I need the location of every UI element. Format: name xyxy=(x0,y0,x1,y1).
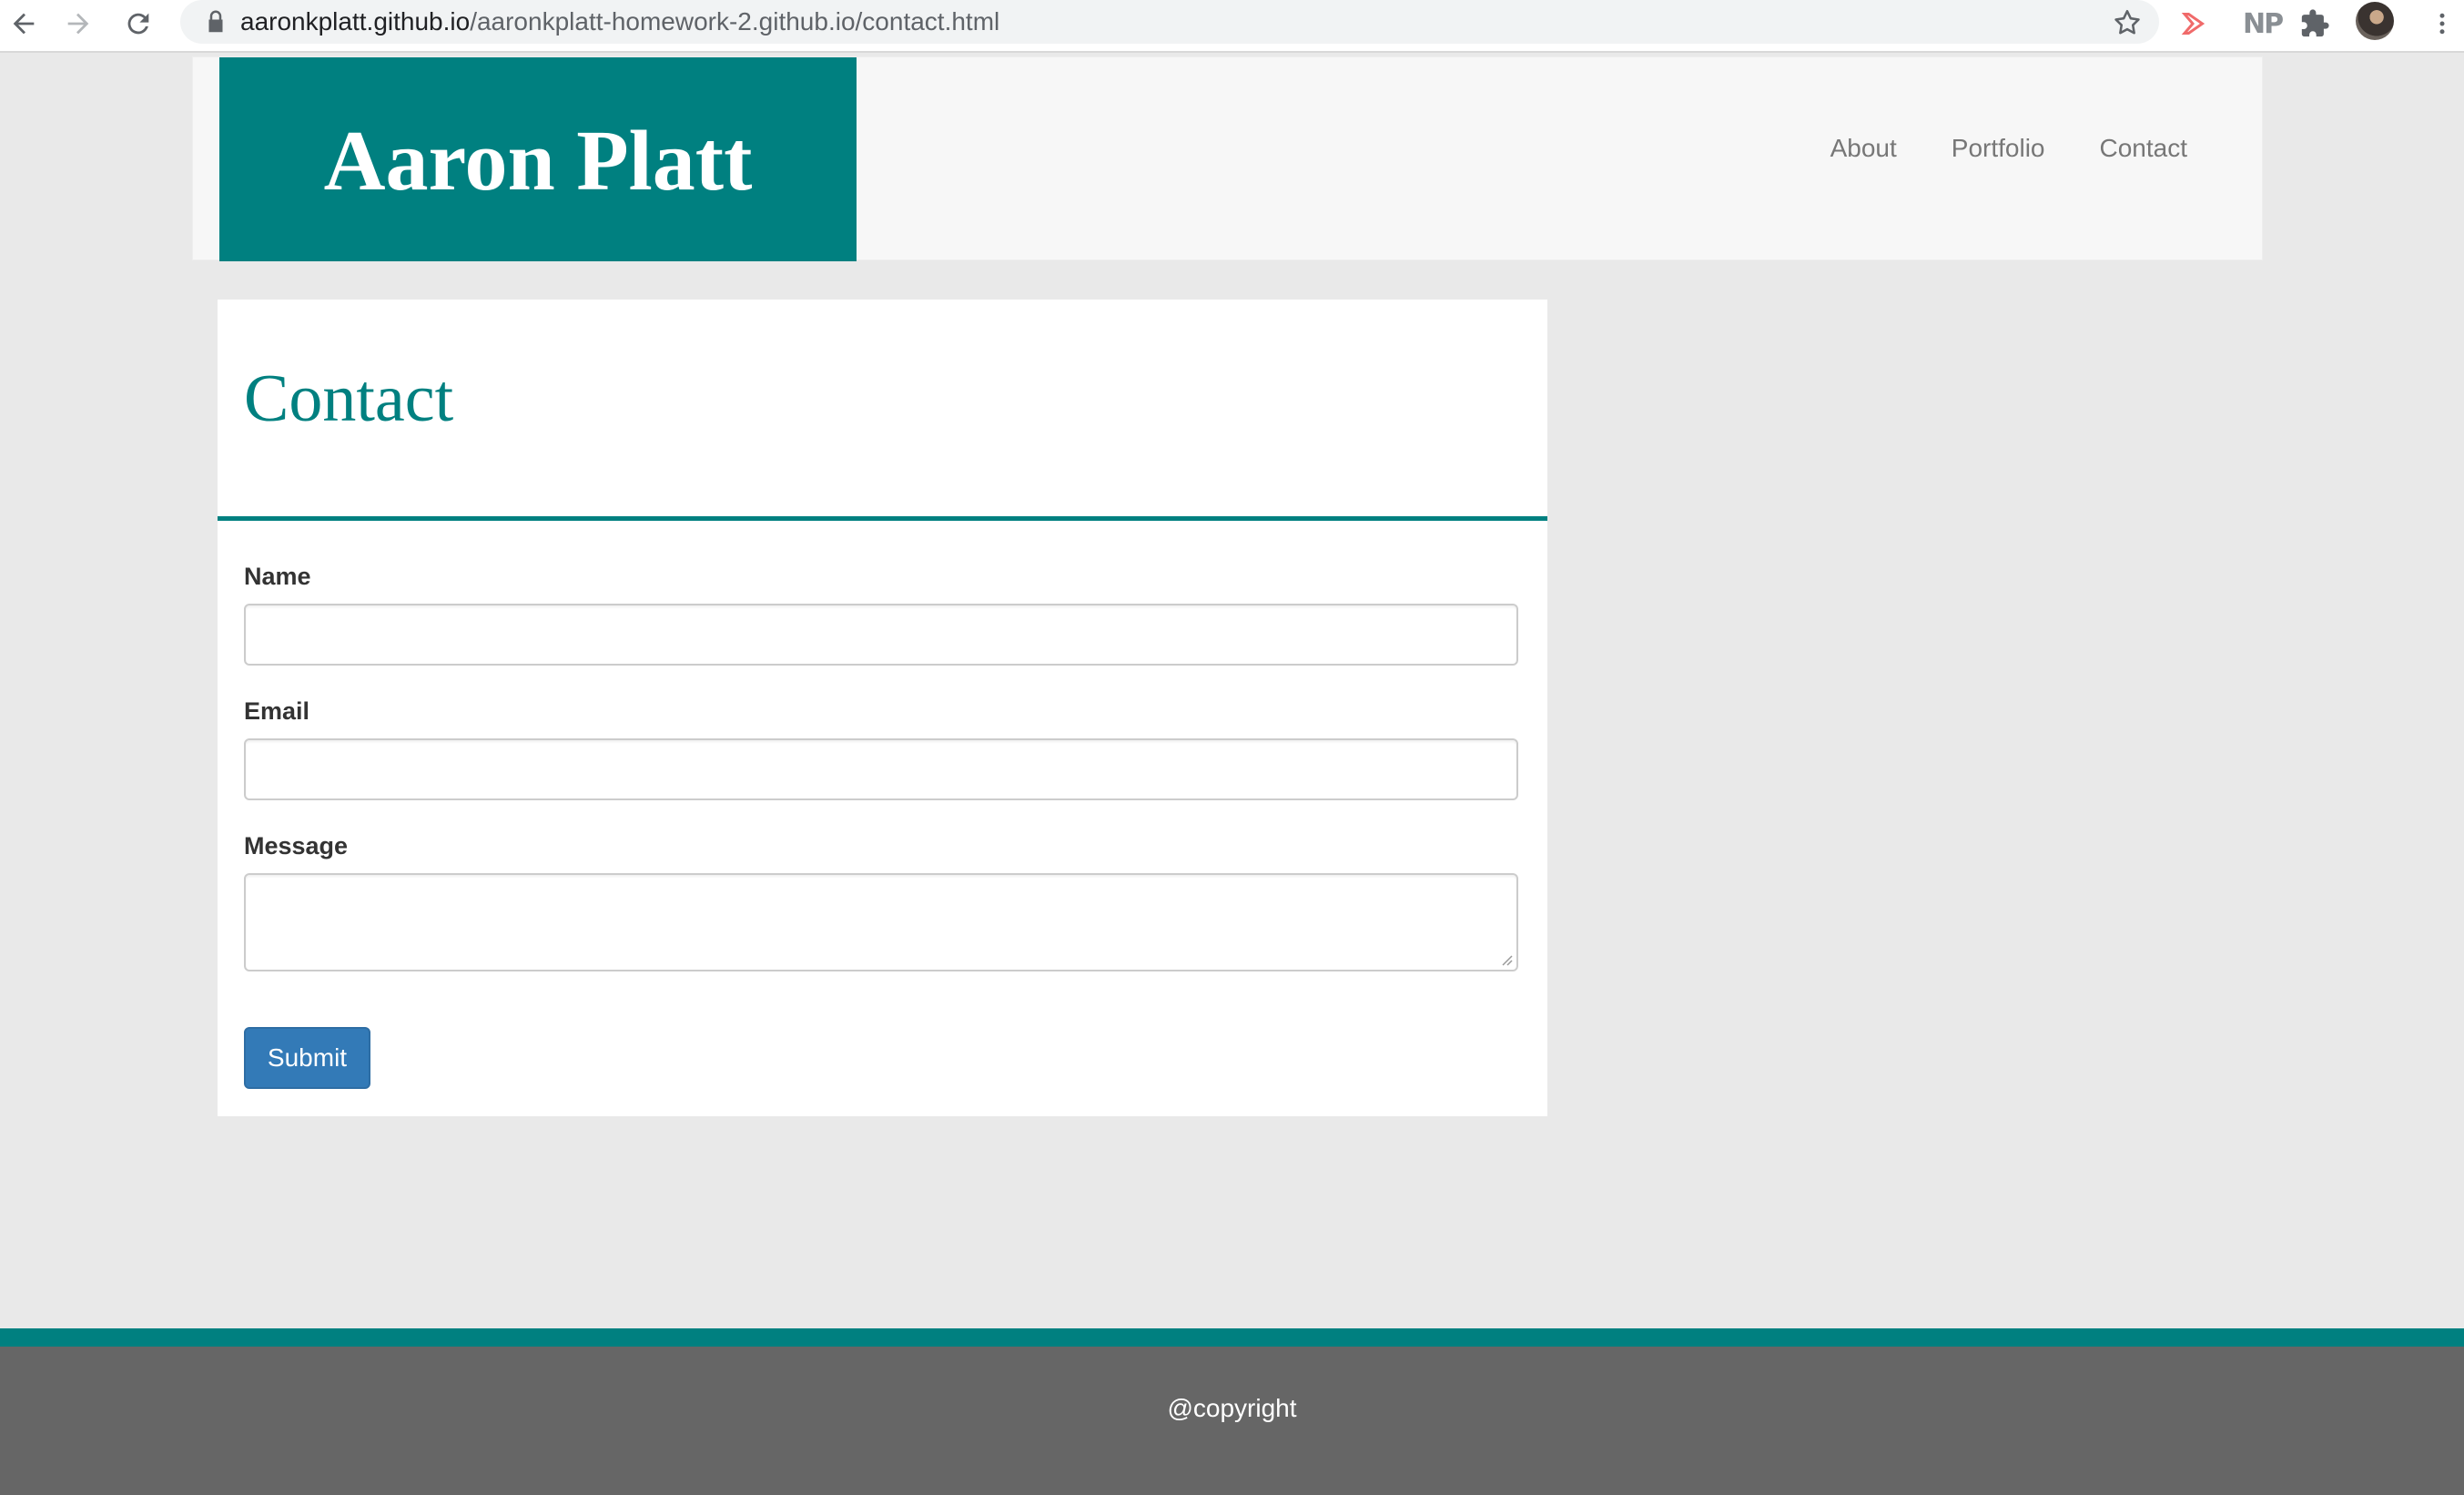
message-label: Message xyxy=(244,832,349,859)
browser-menu-button[interactable] xyxy=(2438,5,2447,42)
name-label: Name xyxy=(244,563,311,590)
back-button[interactable] xyxy=(5,5,42,42)
bookmark-star-icon[interactable] xyxy=(2112,7,2143,38)
brand-title: Aaron Platt xyxy=(323,114,753,208)
footer-accent-bar xyxy=(0,1328,2464,1347)
arrow-left-icon xyxy=(13,13,35,35)
extensions-button[interactable] xyxy=(2299,5,2330,42)
resize-grip-icon[interactable] xyxy=(1498,951,1513,966)
nav-link-portfolio[interactable]: Portfolio xyxy=(1952,134,2045,163)
arrow-right-icon xyxy=(67,13,89,35)
puzzle-icon xyxy=(2301,9,2329,37)
submit-button[interactable]: Submit xyxy=(244,1027,370,1089)
contact-card: Contact Name Email Message Submit xyxy=(218,300,1547,1116)
browser-toolbar: aaronkplatt.github.io/aaronkplatt-homewo… xyxy=(0,0,2464,53)
email-field[interactable] xyxy=(244,738,1518,800)
reload-button[interactable] xyxy=(120,5,157,42)
name-field[interactable] xyxy=(244,604,1518,666)
np-extension-label: NP xyxy=(2243,7,2284,40)
url-host: aaronkplatt.github.io xyxy=(240,7,471,36)
copyright-text: @copyright xyxy=(1167,1394,1297,1422)
site-footer: @copyright xyxy=(0,1347,2464,1495)
contact-card-header: Contact xyxy=(218,300,1547,521)
url-text[interactable]: aaronkplatt.github.io/aaronkplatt-homewo… xyxy=(240,6,999,37)
nav-link-contact[interactable]: Contact xyxy=(2100,134,2188,163)
address-bar[interactable]: aaronkplatt.github.io/aaronkplatt-homewo… xyxy=(180,0,2159,44)
np-extension-icon[interactable]: NP xyxy=(2243,5,2284,42)
forward-button[interactable] xyxy=(60,5,96,42)
video-extension-icon[interactable] xyxy=(2179,5,2212,42)
reload-icon xyxy=(127,13,149,35)
play-icon xyxy=(2181,13,2205,35)
profile-avatar[interactable] xyxy=(2356,2,2394,40)
message-field[interactable] xyxy=(244,873,1518,971)
email-label: Email xyxy=(244,697,310,725)
site-header: Aaron Platt About Portfolio Contact xyxy=(192,56,2263,261)
page-title: Contact xyxy=(244,361,454,436)
main-nav: About Portfolio Contact xyxy=(1830,134,2187,163)
kebab-menu-icon xyxy=(2439,13,2445,35)
lock-icon xyxy=(208,10,223,33)
nav-link-about[interactable]: About xyxy=(1830,134,1897,163)
url-path: /aaronkplatt-homework-2.github.io/contac… xyxy=(470,7,1000,36)
brand-block[interactable]: Aaron Platt xyxy=(219,57,857,261)
